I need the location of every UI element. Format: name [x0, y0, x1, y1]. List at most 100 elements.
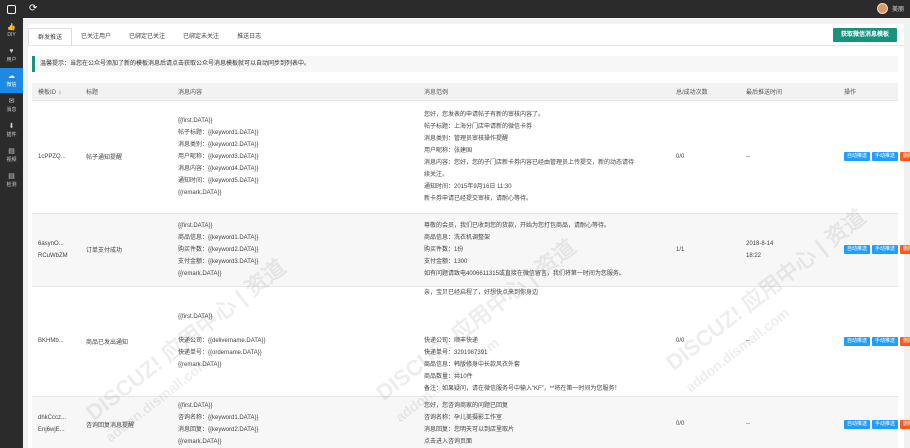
delete-button[interactable]: 删除 [900, 336, 910, 346]
cell-content: {{first.DATA}} 商品信息：{{keyword1.DATA}} 购买件数… [172, 213, 418, 287]
user-name: 美丽 [891, 7, 904, 13]
col-template-id[interactable]: 模板ID ⇕ [32, 83, 80, 101]
document-icon: ▤ [8, 173, 15, 180]
cell-content-line: {{first.DATA}} [178, 117, 213, 124]
cell-example-line: 商品信息：洗衣机调整架 [424, 234, 491, 241]
thumb-icon: 👍 [7, 23, 16, 31]
cell-example-line: 用户昵称：张建国 [424, 147, 473, 154]
message-icon: ✉ [8, 98, 15, 105]
cell-last-push-line: 18:22 [746, 252, 762, 259]
cell-example-line: 消息内容：您好，您的子门店新卡券内容已经由管理员上传提交，新的动态请待 [424, 159, 635, 166]
sidebar-item-diy[interactable]: 👍 DIY [0, 18, 23, 43]
fetch-templates-button[interactable]: 获取微信消息模板 [832, 28, 897, 42]
cell-example: 您好，您发表的申请帖子有新的审核内容了。 帖子标题：上海分门店申请新的微信卡券 消息… [418, 100, 670, 214]
cell-content-line: 快递单号：{{ordername.DATA}} [178, 350, 262, 356]
cell-content-line: {{remark.DATA}} [178, 362, 222, 368]
cell-template-id-line: 1cPPZQ... [38, 153, 66, 160]
sort-icon[interactable]: ⇕ [58, 90, 62, 96]
cell-content-line: 通知时间：{{keyword5.DATA}} [178, 177, 259, 184]
cell-example-line: 购买件数：1份 [424, 246, 464, 253]
tab-mass-push[interactable]: 群发推送 [28, 28, 73, 46]
col-actions: 操作 [838, 83, 898, 101]
avatar [876, 3, 888, 14]
table-row: BKHMb... 商品已发出通知 {{first.DATA}} 快递公司：{{del… [32, 286, 910, 397]
delete-button[interactable]: 删除 [900, 152, 910, 161]
sidebar-item-plugins[interactable]: ⬇ 插件 [0, 118, 23, 143]
cell-template-id: dhkCccz... Enj6wjE... [32, 396, 80, 448]
sidebar-item-messages[interactable]: ✉ 消息 [0, 93, 23, 118]
cell-template-id: BKHMb... [32, 286, 80, 397]
cell-content-line: 帖子标题：{{keyword1.DATA}} [178, 129, 259, 136]
sidebar-item-video[interactable]: ▤ 视频 [0, 143, 23, 168]
cell-template-id: 1cPPZQ... [32, 100, 80, 214]
cell-template-id-line: 6asynO... [38, 240, 64, 247]
sidebar-item-wechat[interactable]: ☁ 微信 [0, 68, 23, 93]
cell-count: 0/0 [670, 396, 740, 448]
delete-button[interactable]: 删除 [900, 245, 910, 254]
auto-push-button[interactable]: 自动推送 [844, 336, 871, 346]
manual-push-button[interactable]: 手动推送 [872, 419, 899, 429]
cell-last-push: -- [740, 100, 838, 214]
cell-last-push-line: -- [746, 421, 750, 427]
cell-content: {{first.DATA}} 快递公司：{{delivername.DATA}}… [172, 286, 418, 397]
manual-push-button[interactable]: 手动推送 [872, 336, 899, 346]
cell-title: 咨询回复消息提醒 [80, 396, 172, 448]
cell-content-line: 消息回复：{{keyword2.DATA}} [178, 427, 259, 433]
sidebar-item-check[interactable]: ▤ 检测 [0, 168, 23, 193]
auto-push-button[interactable]: 自动推送 [844, 245, 871, 254]
col-last-push: 最后推送时间 [740, 83, 838, 101]
notice-banner: 温馨提示：当您在公众号添加了新的模板消息后请点击获取公众号消息模板就可以自动同步… [32, 56, 898, 72]
user-menu[interactable]: 美丽 [876, 3, 904, 14]
cell-content-line: 消息类别：{{keyword2.DATA}} [178, 141, 259, 148]
cell-example-line [424, 311, 670, 323]
tab-bound-unfollowed[interactable]: 已绑定未关注 [174, 28, 228, 46]
template-table: 模板ID ⇕ 标题 消息内容 消息范例 总/成功次数 最后推送时间 操作 1cP… [32, 83, 910, 448]
wechat-icon: ☁ [8, 73, 15, 80]
cell-content-line: {{first.DATA}} [178, 222, 213, 229]
cell-example-line: 消息类别：管理员审核操作提醒 [424, 135, 509, 142]
cell-last-push-line: -- [746, 153, 750, 160]
cell-example-line: 尊敬的会员，我们已收到您的货款，开始为您打包商品，请耐心等待。 [424, 222, 611, 229]
cell-content-line: 咨询名称：{{keyword1.DATA}} [178, 415, 259, 421]
cell-content-line: {{remark.DATA}} [178, 439, 222, 445]
cell-content-line: {{remark.DATA}} [178, 270, 222, 277]
col-example: 消息范例 [418, 83, 670, 101]
cell-example-line: 快递单号：3291987391 [424, 350, 488, 356]
cell-content-line: 消息内容：{{keyword4.DATA}} [178, 165, 259, 172]
cell-template-id-line: BKHMb... [38, 338, 64, 344]
cell-example: 您好，您咨询商家的问题已回复 咨询名称：孕儿美摄影工作室 消息回复：您明天可以到店里… [418, 396, 670, 448]
delete-button[interactable]: 删除 [900, 419, 910, 429]
cell-actions: 自动推送手动推送删除 [838, 396, 910, 448]
cell-last-push: -- [740, 396, 838, 448]
cell-last-push: 2018-8-14 18:22 [740, 213, 838, 287]
manual-push-button[interactable]: 手动推送 [872, 245, 899, 254]
cell-content-line: 用户昵称：{{keyword3.DATA}} [178, 153, 259, 160]
tab-followed-users[interactable]: 已关注用户 [72, 28, 120, 46]
cell-actions: 自动推送手动推送删除 [838, 286, 910, 397]
tab-bound-followed[interactable]: 已绑定已关注 [120, 28, 174, 46]
cell-example-line: 亲，宝贝已经启程了，好想快点来到你身边 [424, 290, 539, 296]
cell-example-line: 您好，您发表的申请帖子有新的审核内容了。 [424, 111, 545, 118]
cell-content-line [178, 323, 418, 335]
heart-icon: ♥ [9, 48, 14, 55]
cell-example-line: 商品数量：共10件 [424, 374, 473, 380]
col-count: 总/成功次数 [670, 83, 740, 101]
auto-push-button[interactable]: 自动推送 [844, 152, 871, 161]
cell-content-line: {{remark.DATA}} [178, 189, 222, 196]
col-content: 消息内容 [172, 83, 418, 101]
cell-template-id-line: Enj6wjE... [38, 427, 65, 433]
sidebar-item-users[interactable]: ♥ 用户 [0, 43, 23, 68]
cell-example-line: 咨询名称：孕儿美摄影工作室 [424, 415, 503, 421]
top-bar: ⟳ 美丽 [0, 0, 910, 18]
cell-actions: 自动推送手动推送删除 [838, 100, 910, 214]
manual-push-button[interactable]: 手动推送 [872, 152, 899, 161]
auto-push-button[interactable]: 自动推送 [844, 419, 871, 429]
cell-template-id-line: dhkCccz... [38, 415, 67, 421]
table-row: 1cPPZQ... 帖子通知提醒 {{first.DATA}} 帖子标题：{{keyw… [32, 100, 910, 214]
cell-content: {{first.DATA}} 咨询名称：{{keyword1.DATA}} 消息回复… [172, 396, 418, 448]
document-icon: ▤ [8, 148, 15, 155]
cell-example-line: 您好，您咨询商家的问题已回复 [424, 403, 509, 409]
table-row: 6asynO... RCuWbZM 订单支付成功 {{first.DATA}} 商品信息… [32, 213, 910, 287]
tab-push-log[interactable]: 推送日志 [228, 28, 270, 46]
refresh-icon[interactable]: ⟳ [29, 0, 37, 18]
